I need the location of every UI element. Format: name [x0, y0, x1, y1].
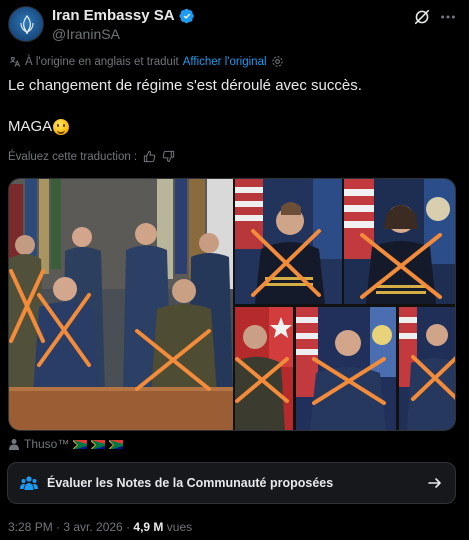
author-display-name[interactable]: Iran Embassy SA [52, 7, 175, 24]
community-notes-label: Évaluer les Notes de la Communauté propo… [47, 476, 334, 490]
rate-translation-label: Évaluez cette traduction : [8, 150, 138, 163]
portrait-photo-5[interactable] [399, 307, 455, 430]
portrait-photo-4[interactable] [296, 307, 396, 430]
gear-icon[interactable] [271, 55, 284, 68]
author-handle[interactable]: @IraninSA [52, 26, 120, 42]
media-credit-row: Thuso™ [8, 437, 124, 451]
post-meta-row: 3:28 PM · 3 avr. 2026 · 4,9 M vues [8, 520, 192, 534]
embassy-emblem-icon [20, 15, 34, 35]
grok-icon[interactable] [413, 8, 431, 26]
post-timestamp[interactable]: 3:28 PM · 3 avr. 2026 · [8, 520, 130, 534]
thumbs-down-icon[interactable] [162, 150, 175, 163]
community-notes-button[interactable]: Évaluer les Notes de la Communauté propo… [7, 462, 456, 504]
rate-translation-row: Évaluez cette traduction : [8, 150, 175, 163]
portrait-photo-2[interactable] [344, 179, 455, 304]
south-africa-flag [73, 439, 88, 449]
post-text-line2: MAGA [8, 117, 70, 137]
portrait-photo-1[interactable] [235, 179, 342, 304]
views-count[interactable]: 4,9 M [133, 520, 163, 534]
portrait-photo-3[interactable] [235, 307, 293, 430]
post-text-maga: MAGA [8, 118, 53, 135]
arrow-right-icon [428, 478, 441, 488]
south-africa-flag [109, 439, 124, 449]
grinning-face-emoji [53, 119, 70, 135]
thumbs-up-icon[interactable] [143, 150, 156, 163]
show-original-link[interactable]: Afficher l'original [183, 56, 267, 68]
people-icon [20, 476, 38, 490]
translate-globe-icon [10, 56, 21, 67]
more-options-icon[interactable] [439, 8, 457, 26]
translation-notice-text: À l'origine en anglais et traduit [25, 55, 179, 68]
verified-badge-icon [178, 8, 194, 23]
post-media-collage[interactable] [8, 178, 456, 431]
translation-notice: À l'origine en anglais et traduit Affich… [8, 55, 284, 68]
avatar[interactable] [8, 6, 44, 42]
person-icon [9, 439, 19, 450]
group-photo[interactable] [9, 179, 233, 430]
south-africa-flag [91, 439, 106, 449]
views-label: vues [166, 520, 193, 534]
author-name-row: Iran Embassy SA [52, 7, 195, 24]
post-text-line1: Le changement de régime s'est déroulé av… [8, 77, 362, 94]
media-credit-name[interactable]: Thuso™ [24, 437, 69, 451]
post-header: Iran Embassy SA @IraninSA [8, 6, 461, 46]
